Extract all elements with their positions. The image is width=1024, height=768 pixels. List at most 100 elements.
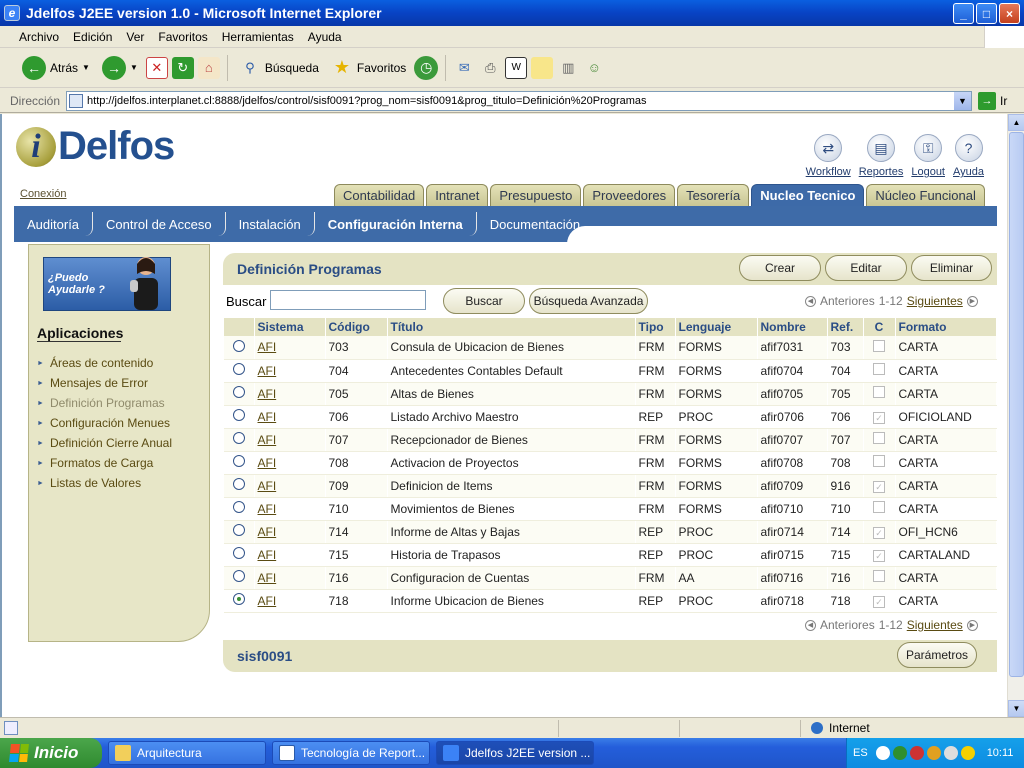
subtab-control-acceso[interactable]: Control de Acceso — [93, 212, 226, 236]
task-tecnologia[interactable]: Tecnología de Report... — [272, 741, 430, 765]
col-nombre[interactable]: Nombre — [757, 318, 828, 336]
col-tipo[interactable]: Tipo — [635, 318, 676, 336]
row-select-radio[interactable] — [232, 478, 245, 490]
messenger-icon[interactable]: ☺ — [583, 57, 605, 79]
subtab-auditoria[interactable]: Auditoría — [14, 212, 94, 236]
tray-arrow-icon[interactable] — [875, 746, 890, 760]
row-select-radio[interactable] — [232, 524, 245, 536]
col-c[interactable]: C — [863, 318, 896, 336]
scroll-up-icon[interactable]: ▲ — [1008, 114, 1024, 131]
parametros-button[interactable]: Parámetros — [897, 642, 977, 668]
word-icon[interactable]: W — [505, 56, 528, 79]
menu-archivo[interactable]: Archivo — [12, 30, 66, 44]
pager-next-link[interactable]: Siguientes — [907, 618, 963, 632]
sistema-link[interactable]: AFI — [258, 525, 277, 539]
start-button[interactable]: Inicio — [0, 738, 102, 768]
sistema-link[interactable]: AFI — [258, 364, 277, 378]
shield-icon[interactable] — [909, 746, 924, 760]
table-row[interactable]: AFI 703 Consula de Ubicacion de Bienes FRM F… — [224, 336, 997, 360]
next-page-icon[interactable]: ▶ — [966, 619, 978, 631]
note-icon[interactable] — [531, 56, 554, 79]
subtab-documentacion[interactable]: Documentación — [477, 212, 593, 236]
table-row[interactable]: AFI 715 Historia de Trapasos REP PROC afir071… — [224, 543, 997, 567]
c-checkbox[interactable]: ✓ — [873, 595, 885, 608]
c-checkbox[interactable]: ✓ — [873, 549, 885, 562]
forward-button[interactable]: → ▼ — [98, 54, 142, 82]
prev-page-icon[interactable]: ◀ — [805, 619, 816, 631]
messenger-tray-icon[interactable] — [960, 746, 975, 760]
c-checkbox[interactable] — [873, 455, 885, 467]
sidebar-item-configuracion-menues[interactable]: ► Configuración Menues — [37, 413, 172, 433]
row-select-radio[interactable] — [232, 547, 245, 559]
subtab-instalacion[interactable]: Instalación — [226, 212, 315, 236]
close-button[interactable]: × — [999, 3, 1020, 24]
col-titulo[interactable]: Título — [387, 318, 636, 336]
tab-nucleo-tecnico[interactable]: Nucleo Tecnico — [751, 184, 865, 206]
sistema-link[interactable]: AFI — [258, 548, 277, 562]
c-checkbox[interactable] — [873, 386, 885, 398]
search-tray-icon[interactable] — [943, 746, 958, 760]
tab-contabilidad[interactable]: Contabilidad — [334, 184, 425, 206]
address-input[interactable]: http://jdelfos.interplanet.cl:8888/jdelf… — [66, 90, 973, 111]
c-checkbox[interactable] — [873, 339, 885, 352]
row-select-radio[interactable] — [232, 570, 245, 582]
sidebar-item-mensajes[interactable]: ► Mensajes de Error — [37, 373, 172, 393]
col-codigo[interactable]: Código — [325, 318, 388, 336]
scroll-down-icon[interactable]: ▼ — [1008, 700, 1024, 717]
table-row[interactable]: AFI 708 Activacion de Proyectos FRM FORMS afi… — [224, 451, 997, 475]
buscar-button[interactable]: Buscar — [443, 288, 525, 314]
table-row[interactable]: AFI 707 Recepcionador de Bienes FRM FORMS afi… — [224, 428, 997, 452]
sistema-link[interactable]: AFI — [258, 502, 277, 516]
scroll-thumb[interactable] — [1009, 132, 1024, 677]
menu-herramientas[interactable]: Herramientas — [215, 30, 301, 44]
print-icon[interactable]: ⎙ — [479, 57, 501, 79]
sidebar-item-areas[interactable]: ► Áreas de contenido — [37, 353, 172, 373]
eliminar-button[interactable]: Eliminar — [911, 255, 992, 281]
table-row[interactable]: AFI 710 Movimientos de Bienes FRM FORMS afif0… — [224, 497, 997, 521]
c-checkbox[interactable] — [873, 432, 885, 444]
menu-ver[interactable]: Ver — [119, 30, 151, 44]
c-checkbox[interactable]: ✓ — [873, 526, 885, 539]
network-icon[interactable] — [892, 746, 907, 760]
table-row[interactable]: AFI 709 Definicion de Items FRM FORMS afif070… — [224, 474, 997, 498]
subtab-configuracion-interna[interactable]: Configuración Interna — [315, 212, 477, 236]
ayuda-link[interactable]: ? Ayuda — [953, 134, 984, 178]
next-page-icon[interactable]: ▶ — [966, 295, 978, 307]
research-icon[interactable]: ▥ — [557, 57, 579, 79]
menu-edicion[interactable]: Edición — [66, 30, 119, 44]
task-jdelfos[interactable]: Jdelfos J2EE version ... — [436, 741, 594, 765]
workflow-link[interactable]: ⇄ Workflow — [806, 134, 851, 178]
sistema-link[interactable]: AFI — [258, 387, 277, 401]
history-icon[interactable]: ◷ — [414, 55, 439, 80]
forward-dropdown-icon[interactable]: ▼ — [130, 63, 138, 72]
table-row[interactable]: AFI 706 Listado Archivo Maestro REP PROC afir… — [224, 405, 997, 429]
sidebar-item-listas-valores[interactable]: ► Listas de Valores — [37, 473, 172, 493]
c-checkbox[interactable]: ✓ — [873, 411, 885, 424]
search-button[interactable]: ⚲ Búsqueda — [235, 55, 323, 81]
sistema-link[interactable]: AFI — [258, 571, 277, 585]
task-arquitectura[interactable]: Arquitectura — [108, 741, 266, 765]
favorites-button[interactable]: ★ Favoritos — [327, 55, 410, 81]
busqueda-avanzada-button[interactable]: Búsqueda Avanzada — [529, 288, 648, 314]
col-sistema[interactable]: Sistema — [254, 318, 326, 336]
help-banner[interactable]: ¿Puedo Ayudarle ? — [43, 257, 171, 311]
tab-nucleo-funcional[interactable]: Núcleo Funcional — [866, 184, 985, 206]
sistema-link[interactable]: AFI — [258, 433, 277, 447]
language-indicator[interactable]: ES — [853, 747, 868, 759]
alert-icon[interactable] — [926, 746, 941, 760]
maximize-button[interactable]: □ — [976, 3, 997, 24]
stop-icon[interactable]: ✕ — [145, 56, 168, 79]
sistema-link[interactable]: AFI — [258, 456, 277, 470]
go-button[interactable]: → Ir — [978, 91, 1007, 110]
sistema-link[interactable]: AFI — [258, 479, 277, 493]
sidebar-item-cierre-anual[interactable]: ► Definición Cierre Anual — [37, 433, 172, 453]
vertical-scrollbar[interactable]: ▲ ▼ — [1007, 114, 1024, 717]
col-ref[interactable]: Ref. — [827, 318, 864, 336]
row-select-radio[interactable] — [232, 386, 245, 398]
logout-link[interactable]: ⚿ Logout — [911, 134, 945, 178]
tab-proveedores[interactable]: Proveedores — [583, 184, 676, 206]
row-select-radio[interactable] — [232, 593, 245, 605]
sidebar-item-formatos-carga[interactable]: ► Formatos de Carga — [37, 453, 172, 473]
c-checkbox[interactable] — [873, 363, 885, 375]
home-icon[interactable]: ⌂ — [197, 56, 220, 79]
